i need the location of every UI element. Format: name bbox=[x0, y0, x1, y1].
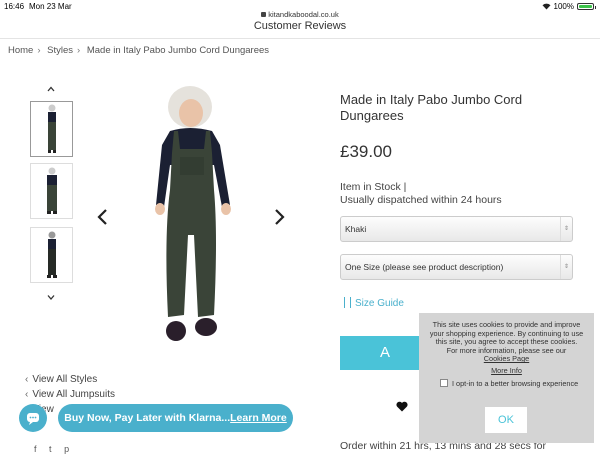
stock-status: Item in Stock | bbox=[340, 181, 407, 193]
cookie-notice: This site uses cookies to provide and im… bbox=[419, 313, 594, 443]
arrow-right-icon[interactable] bbox=[272, 208, 286, 226]
colour-select[interactable]: Khaki ⇕ bbox=[340, 216, 573, 242]
header-title: Customer Reviews bbox=[253, 20, 347, 32]
breadcrumb-separator: › bbox=[37, 45, 41, 56]
lock-icon bbox=[261, 12, 267, 17]
chat-icon bbox=[27, 413, 39, 425]
cookie-ok-button[interactable]: OK bbox=[485, 407, 527, 433]
cookie-message: This site uses cookies to provide and im… bbox=[419, 313, 594, 388]
chevron-left-icon: ‹ bbox=[25, 389, 29, 400]
battery-fill bbox=[579, 5, 592, 8]
thumbnail-image bbox=[47, 231, 57, 278]
ruler-icon bbox=[344, 297, 351, 308]
arrow-left-icon[interactable] bbox=[96, 208, 110, 226]
thumbnail-image bbox=[48, 104, 56, 153]
pinterest-icon[interactable]: p bbox=[64, 444, 69, 454]
size-select[interactable]: One Size (please see product description… bbox=[340, 254, 573, 280]
breadcrumb: Home › Styles › Made in Italy Pabo Jumbo C… bbox=[8, 45, 273, 56]
breadcrumb-separator: › bbox=[77, 45, 81, 56]
add-to-bag-button[interactable]: A bbox=[340, 336, 430, 370]
klarna-text: Buy Now, Pay Later with Klarna... bbox=[64, 412, 231, 424]
select-arrows-icon: ⇕ bbox=[560, 217, 572, 241]
more-info-link[interactable]: More Info bbox=[427, 366, 586, 376]
cookies-page-link[interactable]: Cookies Page bbox=[484, 354, 529, 364]
optin-checkbox[interactable] bbox=[440, 378, 448, 387]
product-main-image bbox=[155, 86, 231, 341]
dispatch-info: Usually dispatched within 24 hours bbox=[340, 194, 502, 206]
colour-select-value: Khaki bbox=[345, 224, 367, 234]
facebook-icon[interactable]: f bbox=[34, 444, 37, 454]
product-title: Made in Italy Pabo Jumbo Cord Dungarees bbox=[340, 92, 523, 123]
social-share-icons: f t p bbox=[34, 444, 69, 454]
size-select-value: One Size (please see product description… bbox=[345, 262, 504, 272]
link-label: View All Styles bbox=[32, 374, 98, 385]
status-bar: 16:46 Mon 23 Mar kitandkaboodal.co.uk 10… bbox=[0, 0, 600, 19]
link-view-all-styles[interactable]: ‹ View All Styles bbox=[25, 374, 115, 385]
add-button-label: A bbox=[379, 344, 390, 361]
link-label: View All Jumpsuits bbox=[32, 389, 115, 400]
url-text: kitandkaboodal.co.uk bbox=[268, 10, 339, 19]
breadcrumb-home[interactable]: Home bbox=[8, 45, 33, 56]
chat-button[interactable] bbox=[19, 404, 47, 432]
address-bar[interactable]: kitandkaboodal.co.uk bbox=[0, 10, 600, 19]
select-arrows-icon: ⇕ bbox=[560, 255, 572, 279]
size-guide-link[interactable]: Size Guide bbox=[344, 297, 404, 309]
klarna-learn-more-link[interactable]: Learn More bbox=[230, 412, 287, 424]
stock-info: Item in Stock | Usually dispatched withi… bbox=[340, 181, 502, 207]
cookie-message-text: This site uses cookies to provide and im… bbox=[429, 320, 584, 347]
optin-row[interactable]: I opt-in to a better browsing experience bbox=[427, 378, 586, 389]
optin-label: I opt-in to a better browsing experience bbox=[452, 378, 579, 388]
battery-percent: 100% bbox=[553, 2, 574, 11]
battery-icon bbox=[577, 3, 596, 10]
thumbnail-2[interactable] bbox=[30, 163, 73, 219]
product-price: £39.00 bbox=[340, 142, 392, 161]
heart-icon[interactable] bbox=[396, 401, 408, 412]
thumbnail-image bbox=[47, 167, 57, 214]
size-guide-label: Size Guide bbox=[355, 298, 404, 309]
status-indicators: 100% bbox=[542, 2, 596, 11]
klarna-banner[interactable]: Buy Now, Pay Later with Klarna...Learn M… bbox=[58, 404, 293, 432]
chevron-down-icon[interactable] bbox=[46, 292, 56, 302]
thumbnail-3[interactable] bbox=[30, 227, 73, 283]
breadcrumb-current: Made in Italy Pabo Jumbo Cord Dungarees bbox=[86, 45, 270, 56]
customer-reviews-header[interactable]: Customer Reviews bbox=[0, 20, 600, 39]
twitter-icon[interactable]: t bbox=[49, 444, 52, 454]
chevron-left-icon: ‹ bbox=[25, 374, 29, 385]
thumbnail-1[interactable] bbox=[30, 101, 73, 157]
wifi-icon bbox=[542, 3, 551, 10]
link-view-all-jumpsuits[interactable]: ‹ View All Jumpsuits bbox=[25, 389, 115, 400]
chevron-up-icon[interactable] bbox=[46, 84, 56, 94]
breadcrumb-styles[interactable]: Styles bbox=[47, 45, 73, 56]
